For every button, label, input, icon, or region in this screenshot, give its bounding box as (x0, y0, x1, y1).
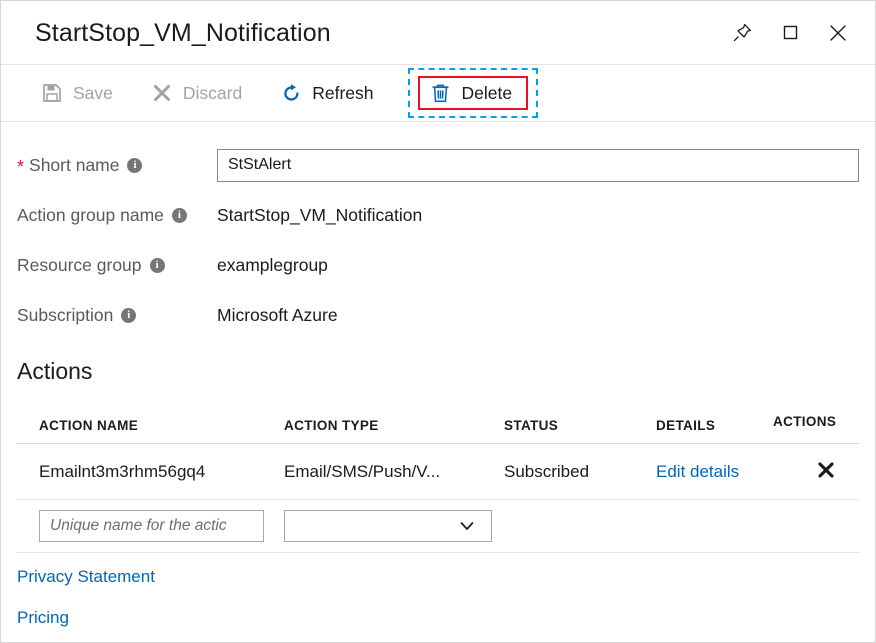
short-name-label: * Short name i (17, 155, 217, 176)
action-group-name-value: StartStop_VM_Notification (217, 205, 422, 226)
column-header-actions: ACTIONS (773, 414, 859, 429)
pin-icon[interactable] (727, 18, 757, 48)
short-name-input[interactable] (217, 149, 859, 182)
info-icon[interactable]: i (150, 258, 165, 273)
save-button[interactable]: Save (29, 73, 125, 113)
close-icon[interactable] (823, 18, 853, 48)
discard-label: Discard (183, 83, 242, 104)
footer-links: Privacy Statement Pricing (1, 553, 875, 628)
subscription-value: Microsoft Azure (217, 305, 338, 326)
pricing-link[interactable]: Pricing (17, 608, 859, 628)
actions-heading: Actions (1, 348, 875, 385)
field-action-group-name: Action group name i StartStop_VM_Notific… (17, 198, 859, 232)
refresh-label: Refresh (312, 83, 373, 104)
column-header-details: DETAILS (656, 418, 773, 433)
titlebar-actions (727, 18, 853, 48)
field-resource-group: Resource group i examplegroup (17, 248, 859, 282)
action-group-name-label-text: Action group name (17, 205, 164, 226)
info-icon[interactable]: i (172, 208, 187, 223)
actions-table: ACTION NAME ACTION TYPE STATUS DETAILS A… (1, 403, 875, 553)
refresh-icon (280, 82, 302, 104)
required-marker: * (17, 158, 24, 176)
action-group-form: * Short name i Action group name i Start… (1, 122, 875, 332)
resource-group-value: examplegroup (217, 255, 328, 276)
table-new-row (17, 500, 859, 553)
action-group-blade: StartStop_VM_Notification (0, 0, 876, 643)
refresh-button[interactable]: Refresh (268, 73, 385, 113)
blade-titlebar: StartStop_VM_Notification (1, 1, 875, 64)
resource-group-label-text: Resource group (17, 255, 142, 276)
info-icon[interactable]: i (121, 308, 136, 323)
field-short-name: * Short name i (17, 148, 859, 182)
save-icon (41, 82, 63, 104)
resource-group-label: Resource group i (17, 255, 217, 276)
delete-button-highlight: Delete (408, 68, 539, 118)
new-action-type-select[interactable] (284, 510, 492, 542)
delete-button[interactable]: Delete (418, 76, 529, 110)
column-header-action-name: ACTION NAME (17, 418, 284, 433)
chevron-down-icon (459, 518, 475, 534)
trash-icon (430, 82, 452, 104)
cell-details: Edit details (656, 462, 773, 482)
close-icon[interactable] (815, 459, 837, 481)
subscription-label-text: Subscription (17, 305, 113, 326)
delete-label: Delete (462, 83, 513, 104)
maximize-icon[interactable] (775, 18, 805, 48)
privacy-statement-link[interactable]: Privacy Statement (17, 567, 859, 587)
action-group-name-label: Action group name i (17, 205, 217, 226)
subscription-label: Subscription i (17, 305, 217, 326)
field-subscription: Subscription i Microsoft Azure (17, 298, 859, 332)
info-icon[interactable]: i (127, 158, 142, 173)
edit-details-link[interactable]: Edit details (656, 462, 739, 481)
discard-icon (151, 82, 173, 104)
table-header-row: ACTION NAME ACTION TYPE STATUS DETAILS A… (17, 403, 859, 444)
new-action-name-input[interactable] (39, 510, 264, 542)
cell-actions (773, 459, 859, 485)
short-name-label-text: Short name (29, 155, 119, 176)
column-header-action-type: ACTION TYPE (284, 418, 504, 433)
cell-action-name: Emailnt3m3rhm56gq4 (17, 462, 284, 482)
column-header-status: STATUS (504, 418, 656, 433)
command-toolbar: Save Discard Refresh (1, 64, 875, 122)
table-row: Emailnt3m3rhm56gq4 Email/SMS/Push/V... S… (17, 444, 859, 500)
discard-button[interactable]: Discard (139, 73, 254, 113)
cell-status: Subscribed (504, 462, 656, 482)
save-label: Save (73, 83, 113, 104)
page-title: StartStop_VM_Notification (35, 19, 331, 46)
cell-action-type: Email/SMS/Push/V... (284, 462, 504, 482)
